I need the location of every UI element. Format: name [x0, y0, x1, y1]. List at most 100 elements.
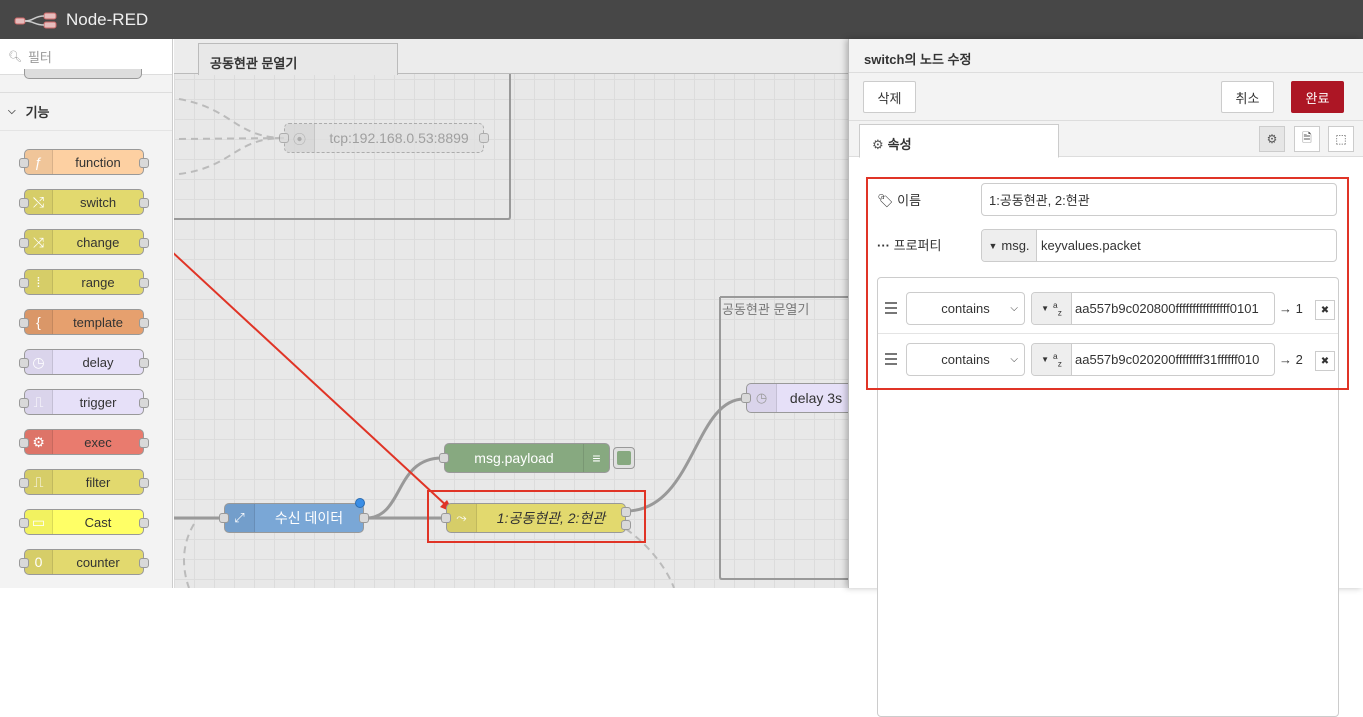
logo-icon — [14, 12, 57, 28]
frame-icon: ⬚ — [1335, 132, 1347, 146]
app-title: Node-RED — [66, 9, 149, 29]
flow-workspace[interactable]: 공동현관 문열기 공동현관 문열기 ⦿ tcp:192.168.0.53:889… — [174, 39, 848, 588]
search-icon: 🔍︎ — [8, 51, 22, 63]
palette-node-range[interactable]: ⁞ range — [19, 269, 149, 295]
palette-node-change[interactable]: ⤨ change — [19, 229, 149, 255]
input-port — [19, 198, 29, 208]
gear-icon: ⚙ — [25, 430, 53, 454]
palette-node-counter[interactable]: 0 counter — [19, 549, 149, 575]
group-label: 공동현관 문열기 — [722, 302, 810, 317]
palette-node-switch[interactable]: ⤭ switch — [19, 189, 149, 215]
form-highlight-box — [866, 177, 1349, 390]
group-border-lower — [719, 297, 848, 580]
input-port — [19, 278, 29, 288]
tcp-wire-3 — [178, 137, 285, 175]
annotation-arrow — [174, 252, 450, 509]
list-icon: ≡ — [583, 444, 609, 472]
output-port — [139, 358, 149, 368]
output-port — [139, 398, 149, 408]
previous-category-tail — [0, 69, 172, 93]
appearance-button[interactable]: ⬚ — [1328, 126, 1354, 152]
gear-icon: ⚙ — [872, 137, 884, 152]
timer-icon: ◷ — [25, 350, 53, 374]
cancel-button[interactable]: 취소 — [1221, 81, 1274, 113]
palette-node-template[interactable]: { template — [19, 309, 149, 335]
switch-icon: ⤭ — [25, 190, 53, 214]
palette-node-label: function — [75, 154, 121, 170]
palette-node-label: change — [76, 234, 120, 250]
input-port — [19, 158, 29, 168]
input-port — [19, 358, 29, 368]
output-port — [139, 478, 149, 488]
debug-node[interactable]: msg.payload ≡ — [439, 443, 635, 473]
palette-node-label: Cast — [84, 514, 112, 530]
output-port — [139, 158, 149, 168]
done-button[interactable]: 완료 — [1291, 81, 1344, 113]
palette-node-exec[interactable]: ⚙ exec — [19, 429, 149, 455]
palette-node-label: delay — [82, 354, 114, 370]
description-button[interactable]: 🗎︎ — [1294, 126, 1320, 152]
trigger-icon: ⎍ — [25, 390, 53, 414]
debug-toggle-button[interactable] — [613, 447, 635, 469]
wifi-icon: ⦿ — [285, 124, 315, 152]
switch-highlight-box — [427, 490, 646, 543]
previous-node-tail — [24, 69, 142, 79]
palette-node-function[interactable]: ƒ function — [19, 149, 149, 175]
app-header: Node-RED — [0, 0, 1363, 39]
palette-node-label: trigger — [79, 394, 117, 410]
input-port[interactable] — [439, 453, 449, 463]
receive-data-node[interactable]: ⤢ 수신 데이터 — [219, 498, 369, 533]
range-icon: ⁞ — [25, 270, 53, 294]
palette-node-trigger[interactable]: ⎍ trigger — [19, 389, 149, 415]
palette-node-delay[interactable]: ◷ delay — [19, 349, 149, 375]
filter-icon: ⎍ — [25, 470, 53, 494]
category-label: 기능 — [25, 105, 50, 120]
link-in-icon: ⤢ — [225, 504, 255, 532]
gear-icon: ⚙ — [1266, 132, 1278, 146]
output-port — [139, 518, 149, 528]
tcp-in-node[interactable]: ⦿ tcp:192.168.0.53:8899 — [279, 123, 489, 153]
tab-properties[interactable]: ⚙ 속성 — [859, 124, 1059, 158]
output-port — [139, 238, 149, 248]
palette-node-label: switch — [79, 194, 117, 210]
tray-tabs: ⚙ 속성 ⚙ 🗎︎ ⬚ — [849, 121, 1363, 158]
palette-node-label: exec — [84, 434, 112, 450]
input-port — [19, 318, 29, 328]
shuffle-icon: ⤨ — [25, 230, 53, 254]
input-port[interactable] — [741, 393, 751, 403]
tcp-wire-1 — [178, 98, 285, 139]
input-port[interactable] — [219, 513, 229, 523]
input-port — [19, 558, 29, 568]
palette-node-filter[interactable]: ⎍ filter — [19, 469, 149, 495]
output-port — [139, 558, 149, 568]
tray-toolbar: 삭제 취소 완료 — [849, 73, 1363, 121]
chevron-down-icon: ⌵ — [8, 106, 16, 117]
input-port — [19, 398, 29, 408]
dashed-link-left — [183, 523, 195, 588]
palette-node-label: template — [73, 314, 123, 330]
document-icon: 🗎︎ — [1302, 130, 1312, 145]
tab-properties-label: 속성 — [887, 137, 912, 152]
input-port — [19, 478, 29, 488]
delay-node[interactable]: ◷ delay 3s — [741, 383, 848, 413]
palette-sidebar: 🔍︎ 필터 ⌵ 기능 ƒ function ⤭ switch ⤨ change ⁞ range… — [0, 39, 173, 588]
delete-button[interactable]: 삭제 — [863, 81, 916, 113]
debug-node-label: msg.payload — [474, 450, 554, 466]
timer-icon: ◷ — [747, 384, 777, 412]
output-port[interactable] — [479, 133, 489, 143]
node-red-logo: Node-RED — [14, 10, 148, 30]
input-port — [19, 438, 29, 448]
palette-node-cast[interactable]: ▭ Cast — [19, 509, 149, 535]
function-icon: ƒ — [25, 150, 53, 174]
settings-gear-button[interactable]: ⚙ — [1259, 126, 1285, 152]
output-port[interactable] — [359, 513, 369, 523]
input-port[interactable] — [279, 133, 289, 143]
counter-icon: 0 — [25, 550, 53, 574]
output-port — [139, 438, 149, 448]
receive-node-label: 수신 데이터 — [274, 510, 344, 526]
brace-icon: { — [25, 310, 53, 334]
category-header[interactable]: ⌵ 기능 — [0, 93, 172, 131]
tray-title: switch의 노드 수정 — [849, 39, 1363, 73]
palette-node-label: counter — [76, 554, 120, 570]
tcp-node-label: tcp:192.168.0.53:8899 — [329, 130, 469, 146]
